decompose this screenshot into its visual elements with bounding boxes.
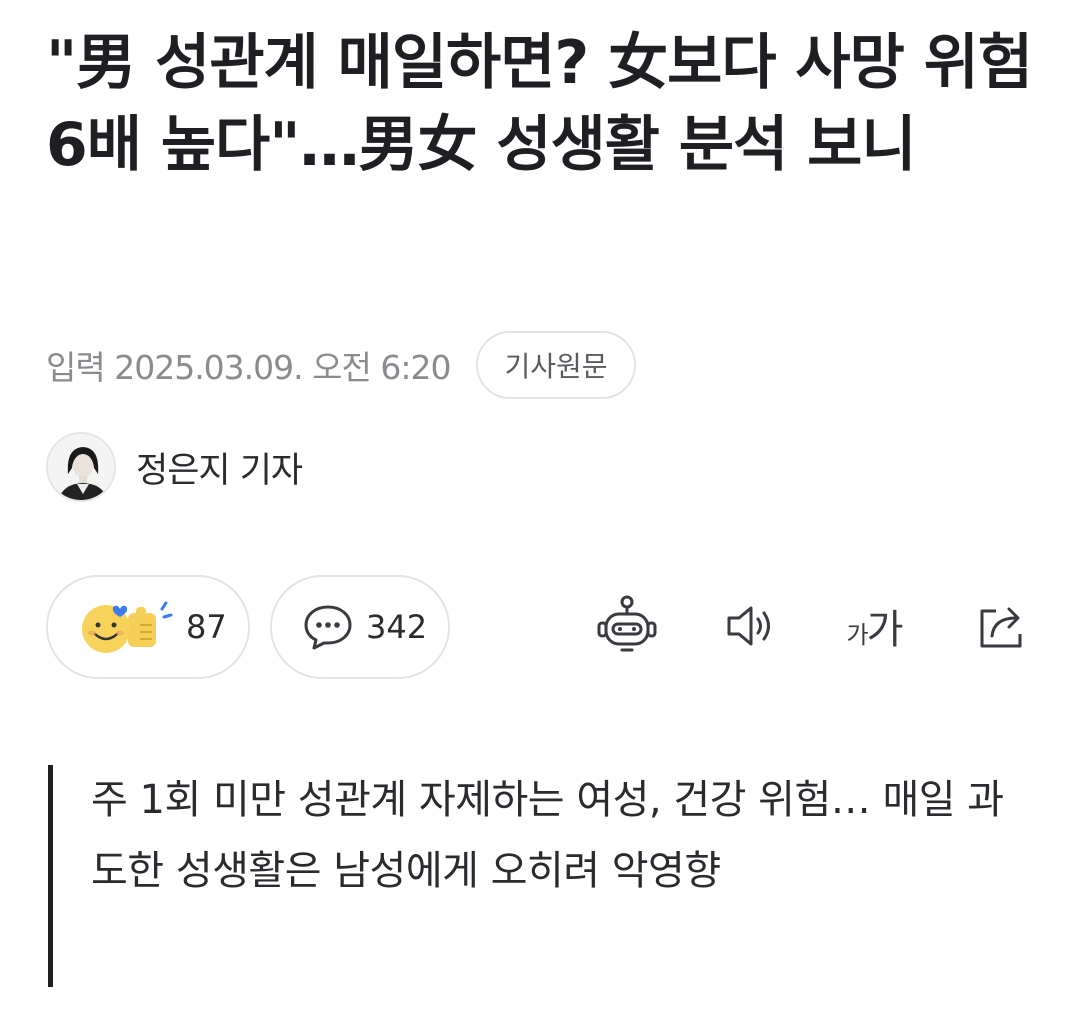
reporter-byline[interactable]: 정은지 기자 — [46, 432, 303, 502]
comment-count: 342 — [366, 608, 428, 646]
font-size-button[interactable]: 가가 — [834, 590, 914, 662]
share-button[interactable] — [966, 590, 1038, 662]
reporter-avatar[interactable] — [46, 432, 116, 502]
share-icon — [980, 607, 1022, 648]
reaction-button[interactable]: 87 — [46, 575, 250, 679]
published-date: 입력 2025.03.09. 오전 6:20 — [46, 348, 451, 387]
article-meta: 입력 2025.03.09. 오전 6:20 기사원문 — [46, 330, 636, 400]
speech-bubble-icon — [304, 605, 352, 650]
tts-button[interactable] — [713, 590, 785, 662]
emoji-thumbs-up-icon — [82, 601, 173, 653]
reaction-count: 87 — [186, 608, 227, 646]
article-summary: 주 1회 미만 성관계 자제하는 여성, 건강 위험… 매일 과도한 성생활은 … — [48, 765, 1008, 987]
summary-text: 주 1회 미만 성관계 자제하는 여성, 건강 위험… 매일 과도한 성생활은 … — [91, 777, 1004, 894]
article-headline: "男 성관계 매일하면? 女보다 사망 위험 6배 높다"…男女 성생활 분석 … — [46, 28, 1033, 180]
speaker-icon — [727, 606, 770, 646]
comment-button[interactable]: 342 — [270, 575, 450, 679]
reporter-name[interactable]: 정은지 기자 — [136, 442, 303, 493]
original-article-button[interactable]: 기사원문 — [476, 331, 636, 399]
robot-icon — [597, 595, 657, 652]
font-size-icon: 가가 — [846, 607, 904, 653]
summary-bot-button[interactable] — [591, 590, 663, 662]
